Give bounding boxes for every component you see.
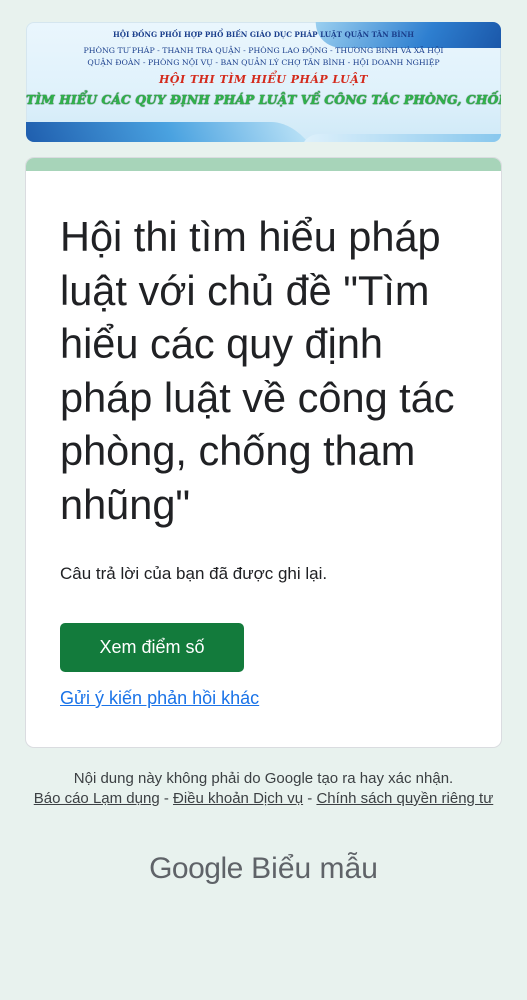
header-banner-image: HỘI ĐỒNG PHỐI HỢP PHỔ BIẾN GIÁO DỤC PHÁP… <box>26 22 501 142</box>
footer-separator: - <box>303 790 317 807</box>
footer-links: Báo cáo Lạm dụng - Điều khoản Dịch vụ - … <box>0 789 527 809</box>
form-title: Hội thi tìm hiểu pháp luật với chủ đề "T… <box>60 213 455 528</box>
footer-separator: - <box>159 790 174 807</box>
banner-wave-decoration <box>301 134 501 142</box>
submit-another-response-link[interactable]: Gửi ý kiến phản hồi khác <box>60 688 259 709</box>
footer: Nội dung này không phải do Google tạo ra… <box>0 769 527 809</box>
card-accent-strip <box>26 158 501 171</box>
confirmation-message: Câu trả lời của bạn đã được ghi lại. <box>60 564 328 583</box>
google-wordmark: Google <box>149 852 243 885</box>
banner-partners-1: PHÒNG TƯ PHÁP - THANH TRA QUẬN - PHÒNG L… <box>83 46 444 55</box>
footer-disclaimer: Nội dung này không phải do Google tạo ra… <box>73 770 454 787</box>
banner-organizer: HỘI ĐỒNG PHỐI HỢP PHỔ BIẾN GIÁO DỤC PHÁP… <box>112 30 415 39</box>
banner-partners-2: QUẬN ĐOÀN - PHÒNG NỘI VỤ - BAN QUẢN LÝ C… <box>87 58 440 67</box>
terms-of-service-link[interactable]: Điều khoản Dịch vụ <box>173 790 303 807</box>
banner-wave-decoration <box>26 122 313 142</box>
privacy-policy-link[interactable]: Chính sách quyền riêng tư <box>316 790 493 807</box>
google-forms-logo[interactable]: Google Biểu mẫu <box>0 852 527 886</box>
banner-contest-name: HỘI THI TÌM HIỂU PHÁP LUẬT <box>159 73 368 86</box>
view-score-button[interactable]: Xem điểm số <box>60 623 244 672</box>
report-abuse-link[interactable]: Báo cáo Lạm dụng <box>34 790 160 807</box>
banner-contest-topic: TÌM HIỂU CÁC QUY ĐỊNH PHÁP LUẬT VỀ CÔNG … <box>26 92 501 107</box>
forms-wordmark: Biểu mẫu <box>251 852 378 885</box>
form-response-card: Hội thi tìm hiểu pháp luật với chủ đề "T… <box>26 158 501 747</box>
